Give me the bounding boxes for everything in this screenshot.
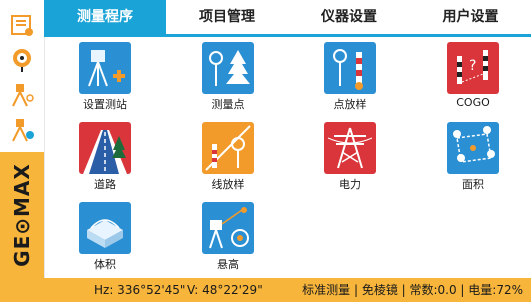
svg-text:?: ? (469, 58, 476, 74)
app-remote-height[interactable]: 悬高 (183, 198, 273, 274)
height-icon (202, 202, 254, 254)
station-setup-icon (79, 42, 131, 94)
app-label: 电力 (339, 178, 361, 191)
tab-survey-programs[interactable]: 测量程序 (44, 0, 166, 34)
cogo-icon: ? (447, 42, 499, 94)
road-icon (79, 122, 131, 174)
app-label: 设置测站 (83, 98, 127, 111)
app-label: 面积 (462, 178, 484, 191)
app-station-setup[interactable]: 设置测站 (60, 38, 150, 114)
brand-panel: GE⊙MAX (0, 152, 44, 278)
app-label: 悬高 (217, 258, 239, 271)
hz-angle-readout: Hz: 336°52'45" (94, 283, 186, 297)
target-orange-icon[interactable] (9, 47, 35, 73)
brand-logo: GE⊙MAX (10, 163, 34, 267)
survey-point-icon (202, 42, 254, 94)
station-info-icon[interactable] (9, 117, 35, 143)
job-icon[interactable] (9, 12, 35, 38)
app-label: 体积 (94, 258, 116, 271)
app-line-stakeout[interactable]: 线放样 (183, 118, 273, 194)
status-bar: Hz: 336°52'45" V: 48°22'29" 标准测量 | 免棱镜 |… (0, 278, 531, 302)
volume-icon (79, 202, 131, 254)
app-label: 测量点 (211, 98, 245, 111)
app-label: COGO (456, 96, 490, 109)
tab-bar: 测量程序 项目管理 仪器设置 用户设置 (44, 0, 531, 34)
v-angle-readout: V: 48°22'29" (187, 283, 263, 297)
measure-mode-status: 标准测量 | 免棱镜 | 常数:0.0 | 电量:72% (302, 283, 523, 297)
power-tower-icon (324, 122, 376, 174)
point-stakeout-icon (324, 42, 376, 94)
tab-instrument-settings[interactable]: 仪器设置 (288, 0, 410, 34)
app-grid: 设置测站 测量点 点放样 ? COGO 道路 线放样 电力 面积 体积 悬高 (44, 37, 531, 278)
app-cogo[interactable]: ? COGO (428, 38, 518, 114)
line-stakeout-icon (202, 122, 254, 174)
app-volume[interactable]: 体积 (60, 198, 150, 274)
tab-project-management[interactable]: 项目管理 (166, 0, 288, 34)
app-point-stakeout[interactable]: 点放样 (305, 38, 395, 114)
app-area[interactable]: 面积 (428, 118, 518, 194)
station-setup-icon[interactable] (9, 82, 35, 108)
area-icon (447, 122, 499, 174)
app-survey-point[interactable]: 测量点 (183, 38, 273, 114)
app-label: 线放样 (211, 178, 245, 191)
left-sidebar: GE⊙MAX (0, 0, 45, 278)
app-road[interactable]: 道路 (60, 118, 150, 194)
app-power[interactable]: 电力 (305, 118, 395, 194)
app-label: 点放样 (333, 98, 367, 111)
app-label: 道路 (94, 178, 116, 191)
tab-user-settings[interactable]: 用户设置 (410, 0, 531, 34)
